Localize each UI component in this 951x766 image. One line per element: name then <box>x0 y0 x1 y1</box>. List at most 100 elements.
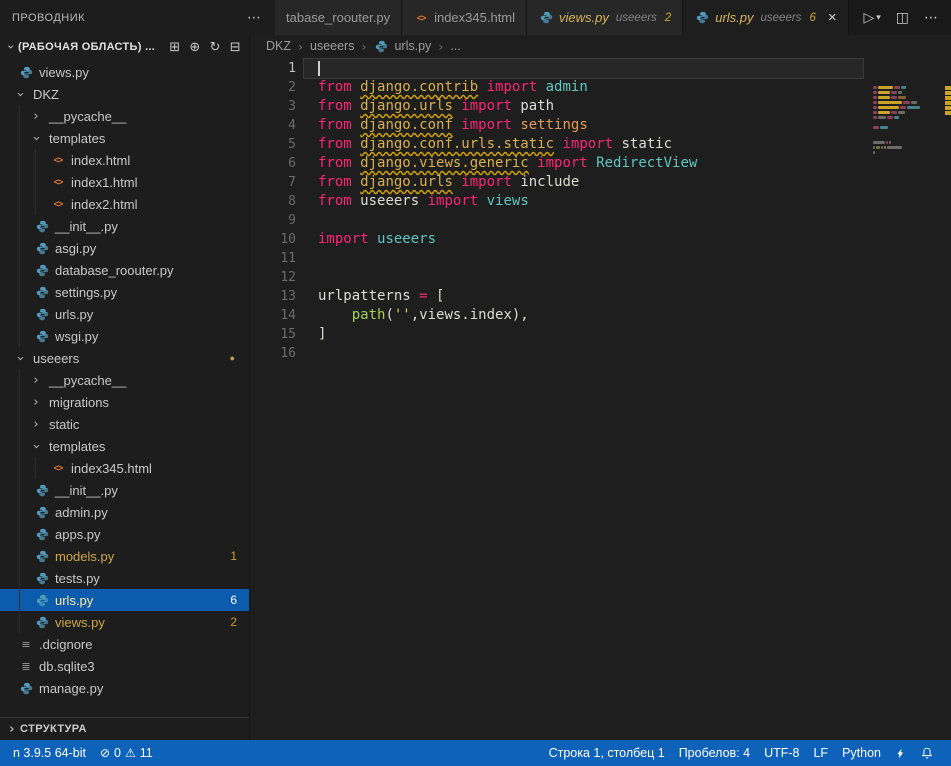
code-content[interactable] <box>304 59 863 78</box>
code-content[interactable]: from django.urls import include <box>304 173 863 192</box>
split-editor-button[interactable]: ◫ <box>896 10 909 26</box>
language-mode-item[interactable]: Python <box>835 746 888 760</box>
tab-tabase_roouter.py[interactable]: tabase_roouter.py <box>275 0 402 35</box>
chevron-right-icon: › <box>28 395 44 410</box>
problems-badge: 1 <box>230 549 237 563</box>
tree-item-views.py[interactable]: views.py2 <box>0 611 249 633</box>
tree-item-DKZ[interactable]: ›DKZ <box>0 83 249 105</box>
code-content[interactable]: from useeers import views <box>304 192 863 211</box>
tree-item-.dcignore[interactable]: ≡.dcignore <box>0 633 249 655</box>
tree-item-models.py[interactable]: models.py1 <box>0 545 249 567</box>
tab-label: urls.py <box>715 10 753 25</box>
line-number: 12 <box>250 268 296 287</box>
status-bar: n 3.9.5 64-bit ⊘ 0 ⚠ 11 Строка 1, столбе… <box>0 740 951 766</box>
code-content[interactable]: from django.conf import settings <box>304 116 863 135</box>
close-icon[interactable]: × <box>828 10 837 25</box>
explorer-toolbar: ⊞ ⊕ ↻ ⊟ <box>169 40 241 55</box>
tree-item-migrations[interactable]: ›migrations <box>0 391 249 413</box>
tab-views.py[interactable]: views.pyuseeers2 <box>527 0 683 35</box>
new-folder-icon[interactable]: ⊕ <box>189 40 200 55</box>
breadcrumb-item-...[interactable]: ... <box>450 39 460 53</box>
breadcrumb-item-DKZ[interactable]: DKZ <box>266 39 291 53</box>
tree-item-label: asgi.py <box>55 241 96 256</box>
encoding-item[interactable]: UTF-8 <box>757 746 806 760</box>
feedback-icon[interactable] <box>888 747 913 760</box>
tree-item-__pycache__[interactable]: ›__pycache__ <box>0 369 249 391</box>
tree-item-manage.py[interactable]: manage.py <box>0 677 249 699</box>
code-content[interactable]: from django.conf.urls.static import stat… <box>304 135 863 154</box>
code-content[interactable]: from django.urls import path <box>304 97 863 116</box>
outline-section-header[interactable]: › СТРУКТУРА <box>0 717 249 740</box>
code-content[interactable]: from django.contrib import admin <box>304 78 863 97</box>
line-number: 13 <box>250 287 296 306</box>
workspace-label: (РАБОЧАЯ ОБЛАСТЬ) ... <box>18 41 169 53</box>
tree-item-urls.py[interactable]: urls.py6 <box>0 589 249 611</box>
tree-item-wsgi.py[interactable]: wsgi.py <box>0 325 249 347</box>
minimap-segment <box>876 146 880 149</box>
more-actions-button[interactable]: ⋯ <box>924 10 938 26</box>
workspace-section-header[interactable]: › (РАБОЧАЯ ОБЛАСТЬ) ... ⊞ ⊕ ↻ ⊟ <box>0 35 249 59</box>
token: import <box>554 136 621 152</box>
python-file-icon <box>373 40 389 53</box>
tree-item-label: tests.py <box>55 571 100 586</box>
notifications-bell-icon[interactable] <box>913 746 941 760</box>
tree-item-static[interactable]: ›static <box>0 413 249 435</box>
problems-indicator[interactable]: ⊘ 0 ⚠ 11 <box>93 746 160 760</box>
tree-item-index1.html[interactable]: <>index1.html <box>0 171 249 193</box>
tree-item-index345.html[interactable]: <>index345.html <box>0 457 249 479</box>
tree-item-settings.py[interactable]: settings.py <box>0 281 249 303</box>
token: RedirectView <box>596 155 697 171</box>
cursor-position-item[interactable]: Строка 1, столбец 1 <box>542 746 672 760</box>
code-content[interactable]: path('',views.index), <box>304 306 863 325</box>
tree-item-templates[interactable]: ›templates <box>0 435 249 457</box>
minimap-line <box>871 151 943 154</box>
breadcrumb-item-useeers[interactable]: useeers <box>310 39 354 53</box>
run-button[interactable]: ▷ ▾ <box>863 10 880 26</box>
minimap-line <box>871 131 943 134</box>
python-file-icon <box>18 682 34 695</box>
code-content[interactable]: urlpatterns = [ <box>304 287 863 306</box>
tab-index345.html[interactable]: <>index345.html <box>402 0 527 35</box>
play-icon: ▷ <box>863 10 874 26</box>
tree-item-__init__.py[interactable]: __init__.py <box>0 479 249 501</box>
line-number: 16 <box>250 344 296 363</box>
tree-item-database_roouter.py[interactable]: database_roouter.py <box>0 259 249 281</box>
new-file-icon[interactable]: ⊞ <box>169 40 180 55</box>
tree-item-views.py[interactable]: views.py <box>0 61 249 83</box>
python-interpreter-item[interactable]: n 3.9.5 64-bit <box>6 746 93 760</box>
tree-item-index2.html[interactable]: <>index2.html <box>0 193 249 215</box>
code-content[interactable]: from django.views.generic import Redirec… <box>304 154 863 173</box>
token: '' <box>394 307 411 323</box>
eol-item[interactable]: LF <box>806 746 835 760</box>
chevron-down-icon: › <box>13 86 28 102</box>
code-content[interactable]: ] <box>304 325 863 344</box>
tree-item-useeers[interactable]: ›useeers● <box>0 347 249 369</box>
indentation-item[interactable]: Пробелов: 4 <box>672 746 757 760</box>
collapse-all-icon[interactable]: ⊟ <box>230 40 241 55</box>
tree-item-label: index1.html <box>71 175 137 190</box>
tree-item-apps.py[interactable]: apps.py <box>0 523 249 545</box>
tree-item-index.html[interactable]: <>index.html <box>0 149 249 171</box>
tree-item-__pycache__[interactable]: ›__pycache__ <box>0 105 249 127</box>
breadcrumb-item-urls.py[interactable]: urls.py <box>373 39 431 53</box>
code-content[interactable] <box>304 249 863 268</box>
code-content[interactable] <box>304 268 863 287</box>
tree-item-__init__.py[interactable]: __init__.py <box>0 215 249 237</box>
tree-item-urls.py[interactable]: urls.py <box>0 303 249 325</box>
code-content[interactable] <box>304 344 863 363</box>
tree-item-db.sqlite3[interactable]: ≣db.sqlite3 <box>0 655 249 677</box>
tab-urls.py[interactable]: urls.pyuseeers6× <box>683 0 848 35</box>
tree-item-tests.py[interactable]: tests.py <box>0 567 249 589</box>
minimap[interactable] <box>871 81 943 161</box>
run-dropdown-icon[interactable]: ▾ <box>876 13 881 23</box>
code-editor[interactable]: 12from django.contrib import admin3from … <box>250 57 951 740</box>
minimap-segment <box>898 96 906 99</box>
overview-warning-mark <box>945 111 951 115</box>
panel-more-button[interactable]: ⋯ <box>247 10 261 26</box>
tree-item-admin.py[interactable]: admin.py <box>0 501 249 523</box>
refresh-icon[interactable]: ↻ <box>210 40 221 55</box>
tree-item-asgi.py[interactable]: asgi.py <box>0 237 249 259</box>
code-content[interactable] <box>304 211 863 230</box>
code-content[interactable]: import useeers <box>304 230 863 249</box>
tree-item-templates[interactable]: ›templates <box>0 127 249 149</box>
